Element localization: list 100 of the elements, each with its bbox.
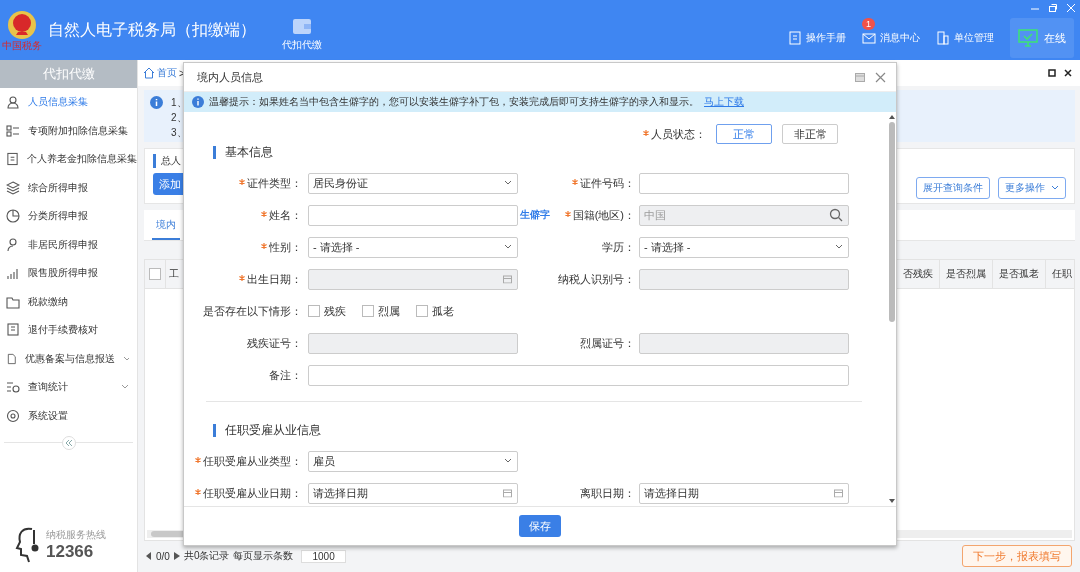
record-count: 共0条记录: [183, 549, 230, 563]
field-label: 离职日期：: [580, 485, 635, 501]
tab[interactable]: 境内: [152, 218, 180, 240]
notice-line: 2、: [171, 111, 187, 124]
up-arrow-icon[interactable]: [889, 115, 895, 119]
header-link[interactable]: 消息中心: [862, 31, 920, 45]
header-icon: [788, 31, 802, 45]
select-field[interactable]: 雇员: [308, 450, 518, 472]
checkbox[interactable]: [149, 268, 161, 280]
sidebar-item[interactable]: 限售股所得申报: [0, 259, 137, 288]
dialog-title: 境内人员信息: [197, 69, 263, 85]
save-button[interactable]: 保存: [519, 515, 561, 537]
down-arrow-icon[interactable]: [889, 499, 895, 503]
sidebar-item[interactable]: 税款缴纳: [0, 287, 137, 316]
sidebar-item[interactable]: 系统设置: [0, 401, 137, 430]
notice-line: 1、: [171, 96, 187, 109]
column-header: 工: [165, 260, 182, 288]
search-icon[interactable]: [829, 208, 843, 222]
input-field[interactable]: [308, 364, 849, 386]
sidebar-item[interactable]: 综合所得申报: [0, 173, 137, 202]
menu-icon: [6, 123, 20, 138]
calendar-icon: [503, 274, 512, 284]
status-option[interactable]: 非正常: [782, 124, 838, 144]
menu-icon: [6, 408, 20, 423]
caret-icon: [504, 244, 512, 250]
select-field[interactable]: 居民身份证: [308, 172, 518, 194]
chevron-icon: [122, 355, 129, 362]
next-icon[interactable]: [173, 552, 180, 560]
header-link[interactable]: 操作手册: [788, 31, 846, 45]
column-header: 是否烈属: [939, 260, 992, 288]
monitor-icon: [1018, 29, 1038, 47]
menu-icon: [6, 351, 17, 366]
info-icon: [192, 96, 204, 108]
app-title: 自然人电子税务局（扣缴端）: [48, 19, 256, 40]
count-badge: 1: [862, 18, 875, 30]
more-button[interactable]: 更多操作: [998, 177, 1066, 199]
nav-tab[interactable]: 代扣代缴: [278, 14, 326, 54]
field-label: 纳税人识别号：: [558, 271, 635, 287]
checkbox-label: 烈属: [378, 303, 400, 319]
sidebar-item[interactable]: 优惠备案与信息报送: [0, 344, 137, 373]
checkbox[interactable]: [362, 305, 374, 317]
calendar-icon[interactable]: [855, 72, 865, 82]
query-button[interactable]: 展开查询条件: [916, 177, 990, 199]
caret-icon: [504, 180, 512, 186]
sidebar-item[interactable]: 退付手续费核对: [0, 316, 137, 345]
caret-icon: [504, 458, 512, 464]
checkbox-label: 孤老: [432, 303, 454, 319]
menu-icon: [6, 237, 20, 252]
collapse-icon[interactable]: [61, 436, 76, 450]
sidebar-item[interactable]: 个人养老金扣除信息采集: [0, 145, 137, 174]
caret-icon: [1051, 185, 1059, 191]
sidebar-item[interactable]: 查询统计: [0, 373, 137, 402]
status-option[interactable]: 正常: [716, 124, 772, 144]
home-icon: [143, 67, 155, 79]
calendar-icon: [503, 488, 512, 498]
date-field[interactable]: 请选择日期: [639, 482, 849, 504]
sidebar-item[interactable]: 非居民所得申报: [0, 230, 137, 259]
emblem-icon: [7, 9, 37, 40]
logo-caption: 中国税务: [2, 39, 42, 51]
next-step-button[interactable]: 下一步，报表填写: [962, 545, 1072, 567]
select-field[interactable]: - 请选择 -: [308, 236, 518, 258]
page-size-field[interactable]: 1000: [301, 549, 346, 563]
select-field[interactable]: - 请选择 -: [639, 236, 849, 258]
date-field[interactable]: 请选择日期: [308, 482, 518, 504]
column-header: 否残疾: [902, 267, 934, 281]
menu-icon: [6, 180, 20, 195]
menu-icon: [6, 209, 20, 224]
input-field[interactable]: [308, 204, 518, 226]
wallet-icon: [292, 16, 312, 35]
chevron-icon: [121, 384, 129, 391]
calendar-icon: [834, 488, 843, 498]
header-icon: [862, 31, 876, 45]
header-link[interactable]: 单位管理: [936, 31, 994, 45]
field-label: 备注：: [269, 367, 302, 383]
restore-icon[interactable]: [1048, 69, 1056, 77]
rare-char-link[interactable]: 生僻字: [520, 209, 550, 220]
prev-icon[interactable]: [146, 552, 152, 560]
home-link[interactable]: 首页: [157, 66, 177, 80]
page-position: 0/0: [156, 550, 170, 562]
menu-icon: [6, 323, 20, 338]
sidebar-item[interactable]: 人员信息采集: [0, 88, 137, 117]
status-button[interactable]: 在线: [1010, 18, 1074, 58]
section-title: 任职受雇从业信息: [213, 424, 888, 437]
menu-icon: [6, 95, 20, 110]
field-label: 烈属证号：: [580, 335, 635, 351]
close-icon[interactable]: [1064, 69, 1072, 77]
sidebar-item[interactable]: 分类所得申报: [0, 202, 137, 231]
download-link[interactable]: 马上下载: [704, 95, 744, 109]
field-label: 学历：: [602, 239, 635, 255]
page-size-label: 每页显示条数: [233, 549, 294, 563]
tip-text: 温馨提示：如果姓名当中包含生僻字的，您可以安装生僻字补丁包，安装完成后即可支持生僻字的录入和显示。: [209, 95, 699, 109]
sidebar-item[interactable]: 专项附加扣除信息采集: [0, 116, 137, 145]
checkbox[interactable]: [308, 305, 320, 317]
menu-icon: [6, 294, 20, 309]
header-icon: [936, 31, 950, 45]
menu-icon: [6, 266, 20, 281]
column-header: 任职: [1045, 260, 1074, 288]
menu-icon: [6, 152, 19, 167]
input-field[interactable]: [639, 172, 849, 194]
checkbox[interactable]: [416, 305, 428, 317]
